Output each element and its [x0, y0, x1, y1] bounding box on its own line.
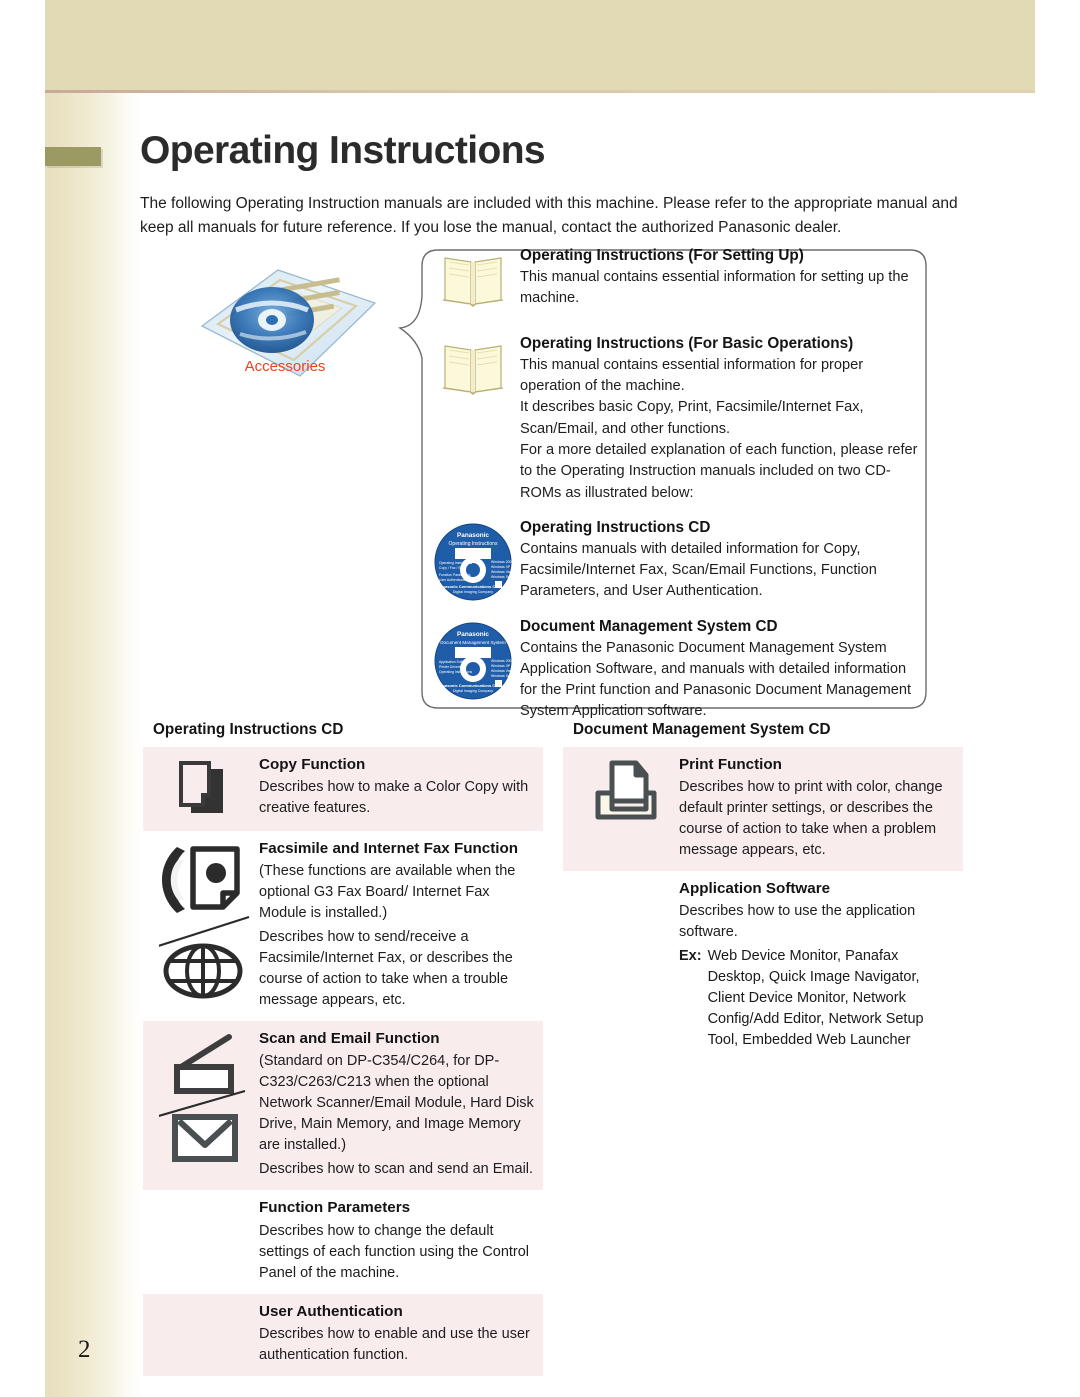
callout-item: Operating Instructions (For Basic Operat… [430, 334, 925, 504]
example-label: Ex: [679, 948, 702, 965]
header-rule [45, 90, 1035, 93]
svg-text:Windows XP: Windows XP [491, 664, 511, 668]
svg-text:User Authentication: User Authentication [439, 578, 469, 582]
column-heading: Operating Instructions CD [153, 721, 344, 738]
function-heading: Function Parameters [259, 1199, 411, 1217]
function-heading: Facsimile and Internet Fax Function [259, 840, 519, 857]
function-paragraph: Describes how to scan and send an Email. [259, 1161, 534, 1178]
cd-disc-icon: Panasonic Document Management System App… [430, 617, 516, 701]
callout-heading: Operating Instructions (For Setting Up) [520, 247, 804, 264]
svg-text:Panasonic: Panasonic [457, 532, 489, 539]
svg-text:Operating Instructions: Operating Instructions [439, 670, 472, 674]
svg-text:Operating Instructions: Operating Instructions [439, 561, 472, 565]
callout-item: Panasonic Document Management System App… [430, 617, 925, 723]
svg-text:Panasonic Communications Co.,: Panasonic Communications Co., Ltd. [438, 683, 509, 688]
callout-paragraph: It describes basic Copy, Print, Facsimil… [520, 399, 864, 437]
svg-text:Windows Vista: Windows Vista [491, 570, 513, 574]
svg-text:Windows Vista: Windows Vista [491, 669, 513, 673]
open-book-icon [430, 334, 516, 400]
callout-item: Panasonic Operating Instructions Operati… [430, 518, 925, 603]
accessories-label: Accessories [244, 358, 326, 375]
function-paragraph: Describes how to print with color, chang… [679, 779, 943, 859]
column-heading: Document Management System CD [573, 721, 831, 738]
scanner-and-envelope-icon [151, 1029, 259, 1165]
function-heading: Copy Function [259, 756, 366, 773]
cd-disc-icon: Panasonic Operating Instructions Operati… [430, 518, 516, 602]
function-row-scan-email: Scan and Email Function (Standard on DP-… [143, 1021, 543, 1191]
svg-text:Windows Server: Windows Server [491, 674, 513, 678]
function-row-user-authentication: User Authentication Describes how to ena… [143, 1293, 543, 1376]
svg-text:Document Management System: Document Management System [440, 640, 506, 645]
example-text: Web Device Monitor, Panafax Desktop, Qui… [707, 948, 924, 1049]
header-band [45, 0, 1035, 90]
svg-text:Windows Server: Windows Server [491, 575, 513, 579]
callout-paragraph: For a more detailed explanation of each … [520, 442, 918, 501]
function-heading: Scan and Email Function [259, 1030, 440, 1048]
callout-heading: Operating Instructions (For Basic Operat… [520, 335, 854, 352]
page-title: Operating Instructions [140, 129, 546, 172]
function-paragraph: Describes how to make a Color Copy with … [259, 779, 529, 817]
no-icon-spacer [151, 1302, 259, 1306]
function-row-print: Print Function Describes how to print wi… [563, 747, 963, 872]
function-paragraph: Describes how to send/receive a Facsimil… [259, 929, 513, 1009]
callout-item: Operating Instructions (For Setting Up) … [430, 246, 925, 312]
svg-text:Digital Imaging Company: Digital Imaging Company [453, 590, 493, 594]
intro-paragraph: The following Operating Instruction manu… [140, 195, 958, 236]
fax-and-globe-icon [151, 839, 259, 1003]
callout-heading: Document Management System CD [520, 617, 778, 635]
function-paragraph: Describes how to use the application sof… [679, 903, 916, 941]
svg-text:Panasonic: Panasonic [457, 631, 489, 638]
svg-text:Function Parameters: Function Parameters [439, 573, 471, 577]
function-heading: User Authentication [259, 1302, 403, 1320]
function-row-copy: Copy Function Describes how to make a Co… [143, 747, 543, 831]
svg-text:Windows XP: Windows XP [491, 565, 511, 569]
callout-paragraph: Contains the Panasonic Document Manageme… [520, 639, 912, 720]
function-paragraph: Describes how to enable and use the user… [259, 1325, 530, 1363]
function-paragraph: (Standard on DP-C354/C264, for DP-C323/C… [259, 1053, 534, 1154]
svg-text:Copy / Fax / Scan: Copy / Fax / Scan [439, 566, 466, 570]
callout-paragraph: Contains manuals with detailed informati… [520, 540, 877, 600]
copy-pages-icon [151, 755, 259, 821]
svg-text:Windows 2000: Windows 2000 [491, 659, 513, 663]
title-dash-marker [45, 147, 101, 166]
function-row-application-software: Application Software Describes how to us… [563, 871, 963, 1061]
svg-text:Application Software: Application Software [439, 660, 470, 664]
callout-heading: Operating Instructions CD [520, 518, 711, 536]
function-row-fax: Facsimile and Internet Fax Function (The… [143, 831, 543, 1021]
no-icon-spacer [571, 879, 679, 883]
function-row-function-parameters: Function Parameters Describes how to cha… [143, 1190, 543, 1293]
document-management-system-cd-column: Document Management System CD Print Func… [563, 718, 963, 1061]
svg-text:Digital Imaging Company: Digital Imaging Company [453, 689, 493, 693]
function-heading: Application Software [679, 880, 831, 898]
function-paragraph: (These functions are available when the … [259, 863, 516, 922]
left-margin-gradient [45, 93, 142, 1397]
operating-instructions-cd-column: Operating Instructions CD Copy Function … [143, 718, 543, 1376]
example-block: Ex: Web Device Monitor, Panafax Desktop,… [679, 946, 955, 1051]
function-heading: Print Function [679, 756, 782, 773]
svg-text:Operating Instructions: Operating Instructions [449, 541, 498, 547]
open-book-icon [430, 246, 516, 312]
svg-text:Printer Drivers: Printer Drivers [439, 665, 461, 669]
svg-text:Panasonic Communications Co.,: Panasonic Communications Co., Ltd. [438, 584, 509, 589]
page-number: 2 [78, 1336, 91, 1363]
printer-icon [571, 755, 679, 825]
svg-text:Windows 2000: Windows 2000 [491, 560, 513, 564]
function-paragraph: Describes how to change the default sett… [259, 1222, 530, 1281]
callout-paragraph: This manual contains essential informati… [520, 356, 864, 395]
callout-paragraph: This manual contains essential informati… [520, 268, 909, 307]
no-icon-spacer [151, 1198, 259, 1202]
callout-content: Operating Instructions (For Setting Up) … [430, 246, 925, 729]
